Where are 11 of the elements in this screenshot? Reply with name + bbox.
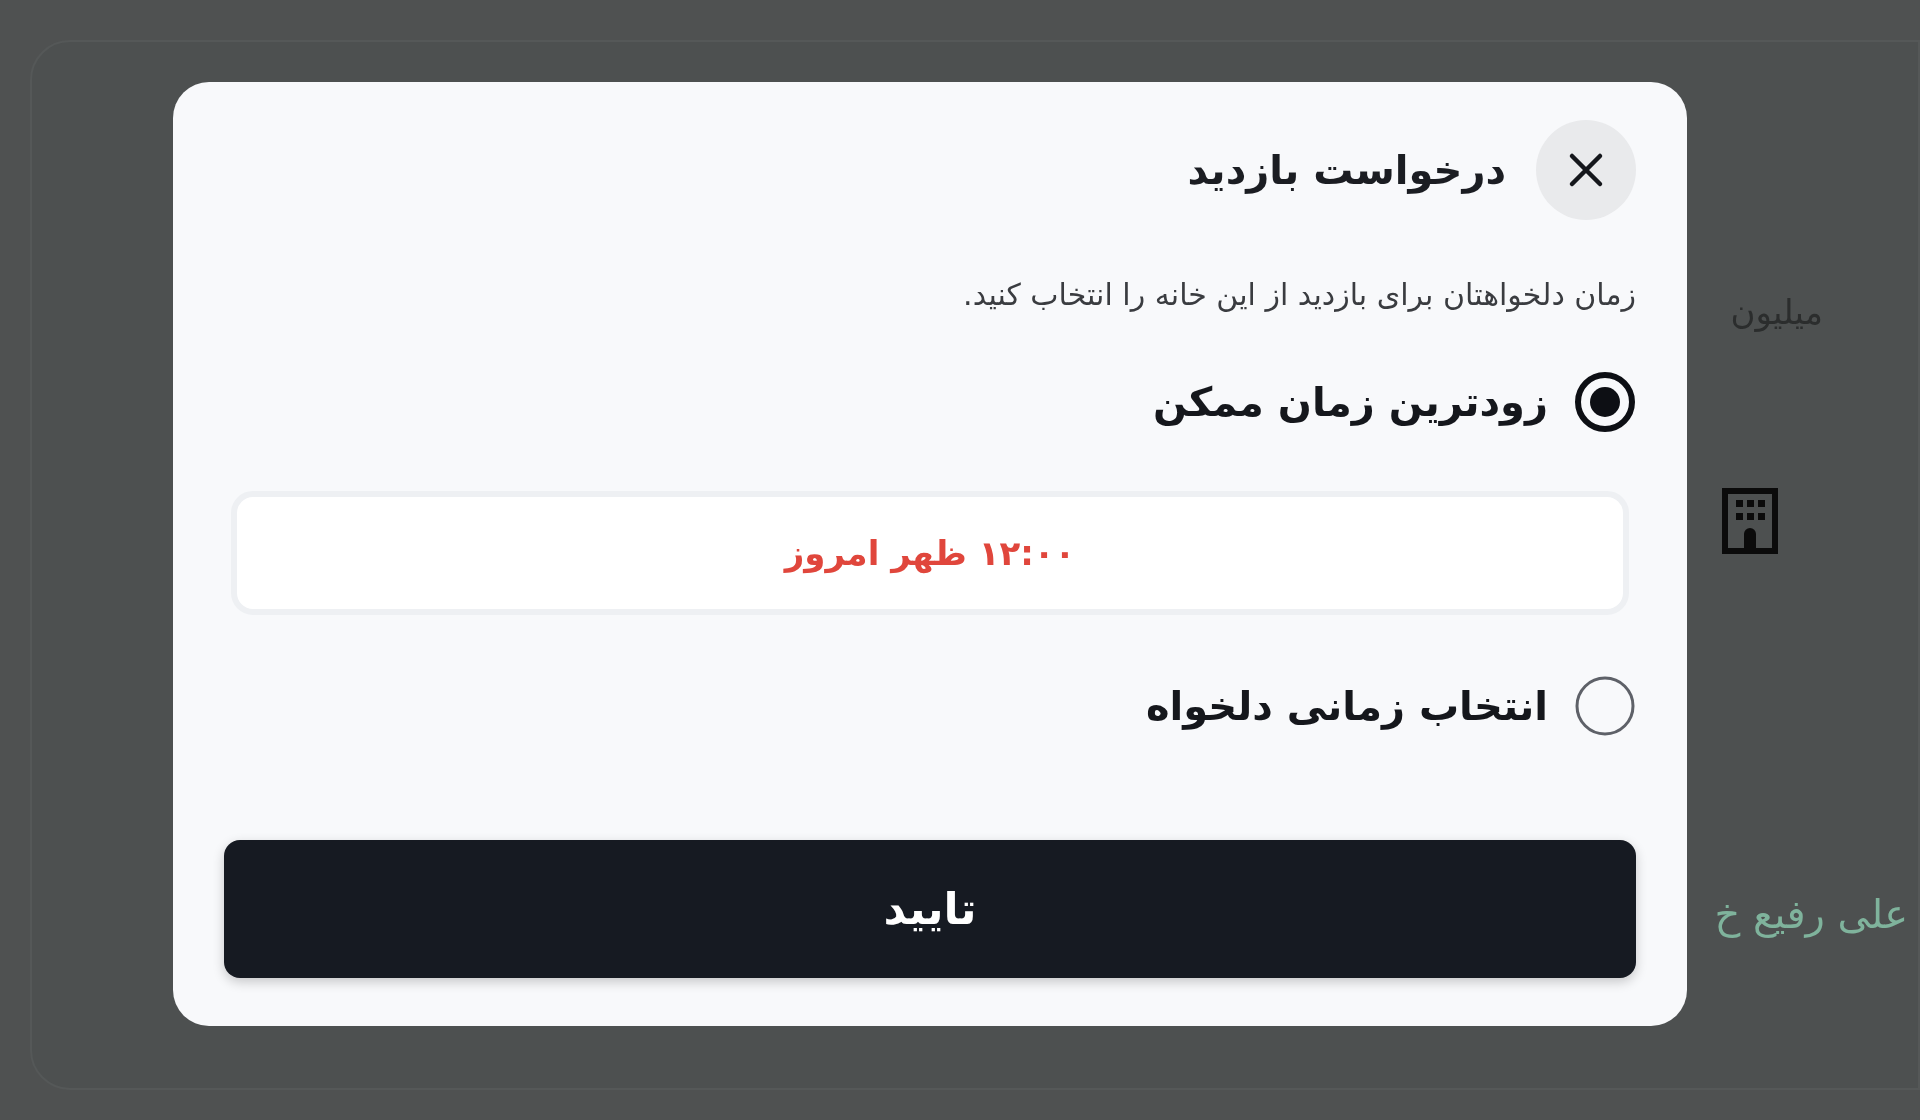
agent-name: علی رفیع خ: [1714, 890, 1908, 940]
radio-button[interactable]: [1574, 675, 1636, 737]
option-label: زودترین زمان ممکن: [1153, 378, 1548, 428]
close-icon: [1568, 152, 1604, 188]
confirm-button[interactable]: تایید: [224, 840, 1636, 978]
radio-button[interactable]: [1574, 371, 1636, 433]
option-label: انتخاب زمانی دلخواه: [1145, 682, 1548, 732]
building-icon: [1722, 488, 1778, 554]
time-value: ۱۲:۰۰ ظهر امروز: [784, 531, 1076, 576]
dialog-description: زمان دلخواهتان برای بازدید از این خانه را انتخاب کنید.: [962, 276, 1636, 314]
dialog-title: درخواست بازدید: [1187, 146, 1506, 196]
